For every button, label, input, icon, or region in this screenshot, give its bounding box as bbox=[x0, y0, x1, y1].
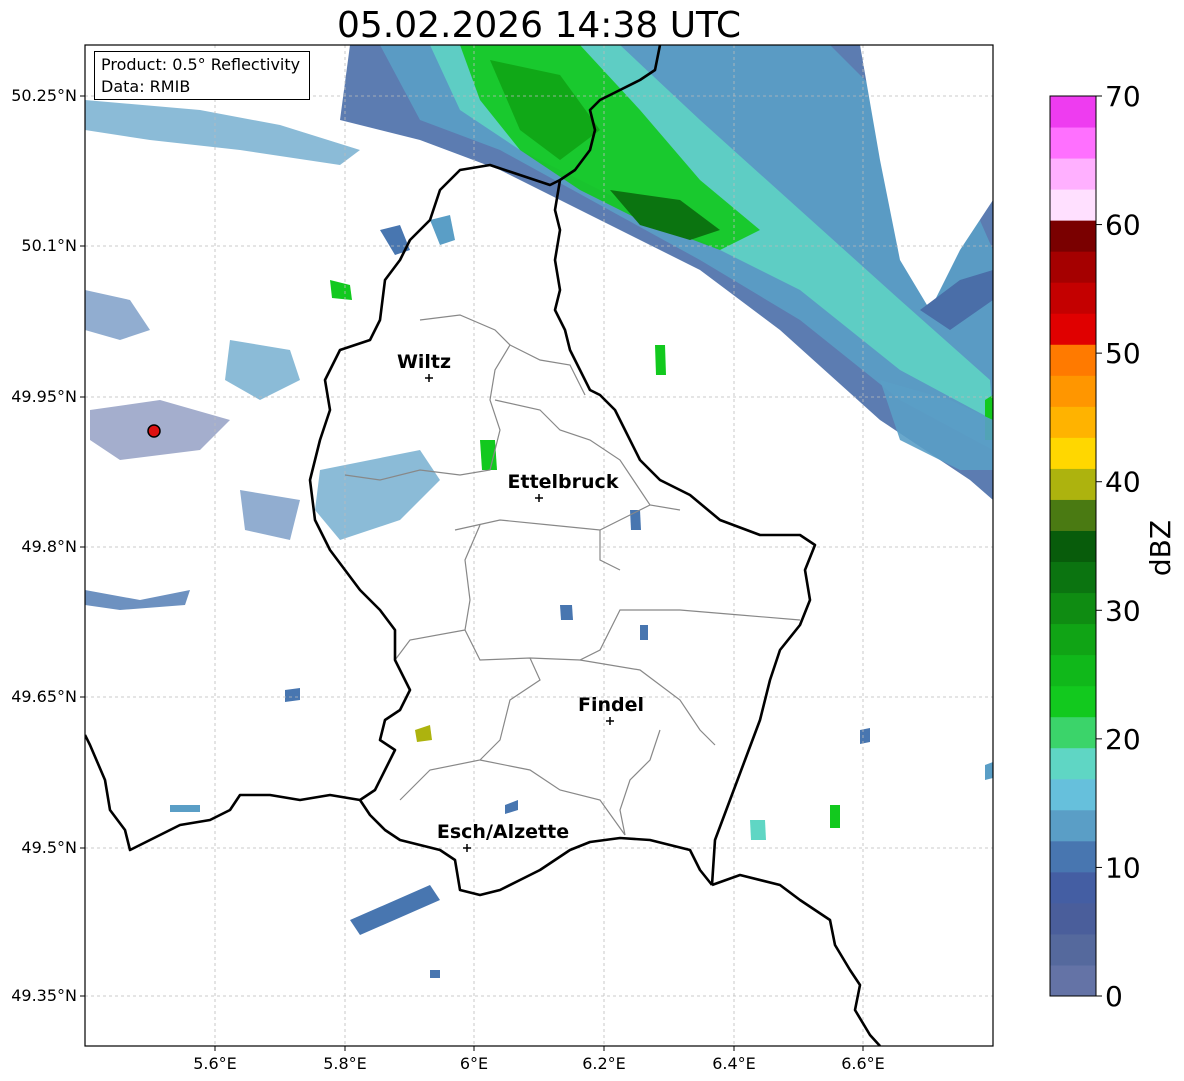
colorbar-tick-label: 10 bbox=[1105, 851, 1141, 884]
colorbar-swatch bbox=[1050, 375, 1096, 407]
colorbar-swatch bbox=[1050, 809, 1096, 842]
colorbar-swatch bbox=[1050, 964, 1096, 997]
colorbar-swatch bbox=[1050, 437, 1096, 469]
colorbar-swatch bbox=[1050, 158, 1096, 190]
colorbar-swatch bbox=[1050, 902, 1096, 935]
colorbar-tick-label: 50 bbox=[1105, 337, 1141, 370]
colorbar-swatch bbox=[1050, 747, 1096, 780]
colorbar-tick-label: 0 bbox=[1105, 980, 1123, 1013]
colorbar-tick-label: 40 bbox=[1105, 466, 1141, 499]
colorbar-swatch bbox=[1050, 871, 1096, 904]
colorbar-swatch bbox=[1050, 499, 1096, 531]
colorbar-tick-label: 60 bbox=[1105, 209, 1141, 242]
colorbar-swatch bbox=[1050, 189, 1096, 221]
colorbar-swatch bbox=[1050, 468, 1096, 500]
colorbar-label: dBZ bbox=[1144, 520, 1177, 576]
colorbar-swatch bbox=[1050, 96, 1096, 128]
colorbar-swatch bbox=[1050, 406, 1096, 438]
colorbar: 0 10 20 30 40 50 60 70 dBZ bbox=[1049, 80, 1177, 1013]
colorbar-tick-label: 70 bbox=[1105, 80, 1141, 113]
colorbar-swatch bbox=[1050, 685, 1096, 718]
colorbar-swatch bbox=[1050, 251, 1096, 283]
colorbar-swatch bbox=[1050, 344, 1096, 376]
colorbar-swatch bbox=[1050, 282, 1096, 314]
colorbar-swatch bbox=[1050, 840, 1096, 873]
colorbar-swatches bbox=[1050, 96, 1096, 997]
colorbar-swatch bbox=[1050, 127, 1096, 159]
colorbar-ticks: 0 10 20 30 40 50 60 70 bbox=[1096, 80, 1141, 1013]
colorbar-swatch bbox=[1050, 561, 1096, 594]
colorbar-swatch bbox=[1050, 623, 1096, 656]
colorbar-swatch bbox=[1050, 933, 1096, 966]
colorbar-swatch bbox=[1050, 716, 1096, 749]
colorbar-swatch bbox=[1050, 220, 1096, 252]
colorbar-swatch bbox=[1050, 530, 1096, 563]
colorbar-tick-label: 20 bbox=[1105, 723, 1141, 756]
colorbar-swatch bbox=[1050, 778, 1096, 811]
colorbar-swatch bbox=[1050, 654, 1096, 687]
colorbar-swatch bbox=[1050, 313, 1096, 345]
colorbar-tick-label: 30 bbox=[1105, 594, 1141, 627]
colorbar-swatch bbox=[1050, 592, 1096, 625]
